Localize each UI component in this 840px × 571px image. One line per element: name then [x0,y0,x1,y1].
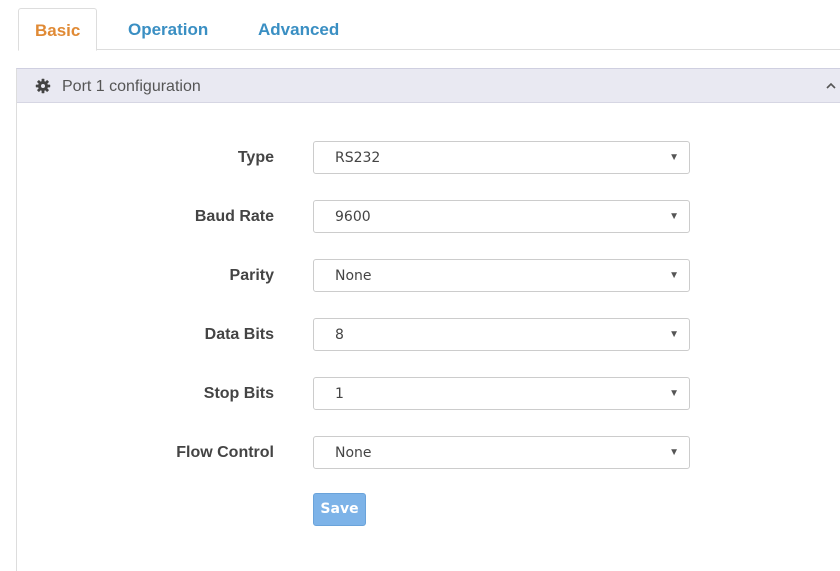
tab-operation[interactable]: Operation [112,8,224,51]
stop-bits-value: 1 [335,386,344,402]
caret-down-icon: ▼ [669,388,679,399]
data-bits-label: Data Bits [204,326,274,343]
panel-title: Port 1 configuration [62,78,201,95]
baud-rate-label: Baud Rate [194,208,274,225]
parity-value: None [335,268,372,284]
caret-down-icon: ▼ [669,329,679,340]
caret-down-icon: ▼ [669,211,679,222]
flow-control-label: Flow Control [176,444,274,461]
flow-control-select[interactable]: None ▼ [313,436,690,469]
type-value: RS232 [335,150,381,166]
tab-basic[interactable]: Basic [18,8,98,51]
tab-advanced[interactable]: Advanced [242,8,355,51]
type-select[interactable]: RS232 ▼ [313,141,690,174]
caret-down-icon: ▼ [669,447,679,458]
caret-down-icon: ▼ [669,270,679,281]
save-button[interactable]: Save [313,493,366,526]
chevron-up-icon[interactable] [823,77,839,95]
baud-rate-select[interactable]: 9600 ▼ [313,200,690,233]
caret-down-icon: ▼ [669,152,679,163]
tab-bar: Basic Operation Advanced [18,8,840,51]
parity-select[interactable]: None ▼ [313,259,690,292]
type-label: Type [237,149,274,166]
data-bits-value: 8 [335,327,344,343]
data-bits-select[interactable]: 8 ▼ [313,318,690,351]
parity-label: Parity [229,267,274,284]
gear-icon [35,78,51,94]
stop-bits-label: Stop Bits [203,385,274,402]
flow-control-value: None [335,445,372,461]
panel-heading[interactable]: Port 1 configuration [17,69,840,103]
baud-rate-value: 9600 [335,209,371,225]
stop-bits-select[interactable]: 1 ▼ [313,377,690,410]
